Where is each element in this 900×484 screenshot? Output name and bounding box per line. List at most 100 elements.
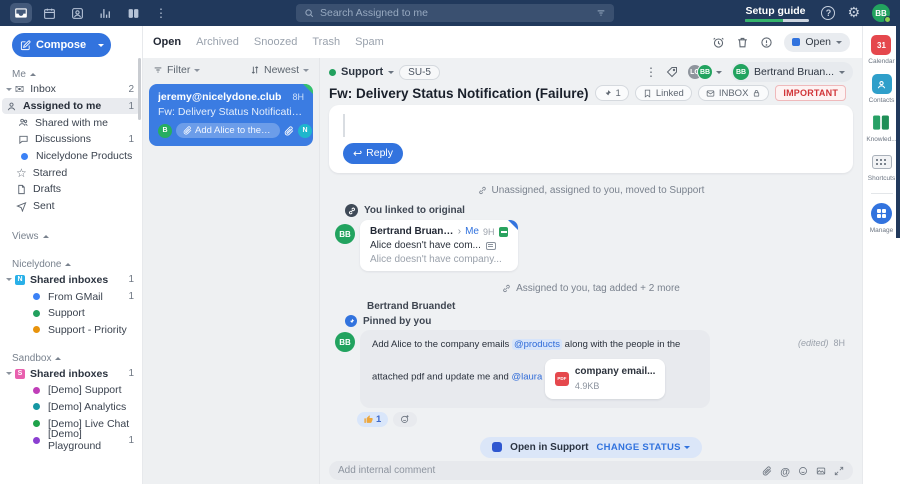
edited-flag: (edited) (797, 338, 829, 348)
tab-open[interactable]: Open (153, 36, 181, 48)
alert-circle-icon[interactable] (760, 36, 773, 49)
participant-avatars[interactable]: LO BB (687, 64, 723, 80)
linked-time: 9H (483, 226, 495, 237)
kebab-icon[interactable] (645, 63, 657, 81)
sidebar-item-discussions[interactable]: Discussions 1 (0, 131, 142, 148)
ticket-id-chip[interactable]: SU-5 (399, 64, 440, 80)
sidebar-item-support[interactable]: Support (0, 305, 142, 322)
sidebar-item-from-gmail[interactable]: From GMail 1 (0, 288, 142, 305)
inbox-selector[interactable]: Support (329, 66, 395, 78)
conversation-card-selected[interactable]: jeremy@nicelydone.club 8H Fw: Delivery S… (149, 84, 313, 146)
comment-input[interactable] (338, 465, 763, 476)
mention-icon[interactable] (780, 462, 790, 480)
sidebar-item-assigned-to-me[interactable]: Assigned to me 1 (2, 97, 140, 115)
important-label-chip[interactable]: IMPORTANT (775, 85, 847, 101)
rail-item-knowledge[interactable]: Knowled... (866, 113, 897, 143)
tag-dot-icon (21, 152, 28, 160)
sidebar-item-demo-playground[interactable]: [Demo] Playground 1 (0, 428, 142, 452)
sidebar-item-demo-support[interactable]: [Demo] Support (0, 382, 142, 399)
filter-icon[interactable] (596, 8, 606, 18)
section-header-nicelydone[interactable]: Nicelydone (0, 258, 142, 272)
sidebar-item-drafts[interactable]: Drafts (0, 181, 142, 198)
sidebar-item-sent[interactable]: Sent (0, 198, 142, 215)
rail-item-manage[interactable]: Manage (870, 203, 893, 234)
chevron-down-icon[interactable] (98, 43, 105, 50)
sort-arrows-icon[interactable] (250, 65, 260, 75)
reply-arrow-icon (353, 147, 362, 160)
paperclip-icon[interactable] (762, 466, 772, 476)
rail-label: Contacts (868, 97, 895, 104)
assignee-avatar: BB (733, 64, 750, 80)
settings-gear-icon[interactable] (847, 4, 860, 22)
trash-icon[interactable] (736, 36, 749, 49)
change-status-button[interactable]: CHANGE STATUS (597, 442, 690, 453)
search-input[interactable] (320, 7, 596, 19)
linked-note-text: You linked to original (364, 205, 465, 216)
search-bar[interactable] (296, 4, 614, 22)
user-avatar[interactable]: BB (872, 4, 891, 23)
sidebar-item-starred[interactable]: Starred (0, 164, 142, 181)
snooze-clock-icon[interactable] (712, 36, 725, 49)
conversation-status-pill[interactable]: Open in Support CHANGE STATUS (480, 436, 702, 458)
section-label: Views (12, 231, 39, 242)
compose-button[interactable]: Compose (12, 33, 111, 57)
chevron-down-icon[interactable] (194, 68, 201, 75)
filter-icon[interactable] (153, 65, 163, 75)
mail-nav-icon[interactable] (10, 3, 32, 23)
more-nav-icon[interactable] (150, 3, 172, 23)
section-header-views[interactable]: Views (0, 230, 142, 244)
setup-guide[interactable]: Setup guide (745, 5, 810, 22)
mention-products[interactable]: @products (511, 339, 563, 350)
tag-icon[interactable] (666, 66, 678, 78)
chevron-down-icon[interactable] (6, 372, 12, 378)
sidebar-item-demo-analytics[interactable]: [Demo] Analytics (0, 399, 142, 416)
sidebar-scrollbar[interactable] (138, 58, 141, 120)
sort-label[interactable]: Newest (264, 64, 299, 76)
rail-item-shortcuts[interactable]: Shortcuts (868, 152, 895, 182)
org-badge-icon: S (15, 368, 25, 379)
calendar-nav-icon[interactable] (38, 3, 60, 23)
assignee-name: Bertrand Bruan... (754, 66, 834, 78)
pin-count-chip[interactable]: 1 (594, 85, 629, 101)
thumbs-up-reaction-chip[interactable]: 1 (357, 411, 389, 427)
expand-icon[interactable] (834, 466, 844, 476)
filter-label[interactable]: Filter (167, 64, 190, 76)
analytics-nav-icon[interactable] (94, 3, 116, 23)
rail-item-calendar[interactable]: 31 Calendar (868, 35, 895, 65)
inbox-chip[interactable]: INBOX (697, 85, 770, 101)
tab-trash[interactable]: Trash (312, 36, 340, 48)
contacts-nav-icon[interactable] (66, 3, 88, 23)
linked-original-card[interactable]: Bertrand Bruandet › Me 9H Alice doesn't … (360, 220, 518, 271)
rail-item-contacts[interactable]: Contacts (868, 74, 895, 104)
emoji-icon[interactable] (798, 466, 808, 476)
sidebar-item-nicelydone-products[interactable]: Nicelydone Products (0, 148, 142, 165)
help-icon[interactable]: ? (821, 6, 836, 20)
reply-button[interactable]: Reply (343, 142, 403, 164)
mention-laura[interactable]: @laura (511, 372, 542, 383)
tab-spam[interactable]: Spam (355, 36, 384, 48)
section-header-me[interactable]: Me (0, 67, 142, 81)
comment-bubble[interactable]: Add Alice to the company emails @product… (360, 330, 710, 408)
internal-comment-composer[interactable] (329, 461, 853, 480)
attachment-card[interactable]: PDF company email... 4.9KB (544, 359, 666, 399)
to-separator: › (457, 226, 462, 237)
task-chip[interactable]: Add Alice to the compa... (176, 123, 280, 138)
chevron-down-icon[interactable] (6, 87, 12, 94)
chevron-down-icon[interactable] (6, 278, 12, 284)
conversation-status-chip[interactable]: Open (784, 32, 850, 52)
sidebar-item-inbox[interactable]: Inbox 2 (0, 81, 142, 98)
sidebar-item-shared-with-me[interactable]: Shared with me (0, 114, 142, 131)
section-header-sandbox[interactable]: Sandbox (0, 351, 142, 365)
email-message-card[interactable]: Reply (329, 105, 853, 173)
media-icon[interactable] (816, 466, 826, 476)
sidebar-item-sb-shared-inboxes[interactable]: S Shared inboxes 1 (0, 365, 142, 382)
assignee-selector[interactable]: BB Bertrand Bruan... (731, 62, 853, 82)
sidebar-item-nd-shared-inboxes[interactable]: N Shared inboxes 1 (0, 272, 142, 289)
tab-archived[interactable]: Archived (196, 36, 239, 48)
chevron-down-icon[interactable] (303, 68, 309, 75)
tab-snoozed[interactable]: Snoozed (254, 36, 297, 48)
sidebar-item-support-priority[interactable]: Support - Priority (0, 322, 142, 339)
linked-chip[interactable]: Linked (634, 85, 692, 101)
add-reaction-button[interactable] (393, 411, 418, 427)
split-view-nav-icon[interactable] (122, 3, 144, 23)
